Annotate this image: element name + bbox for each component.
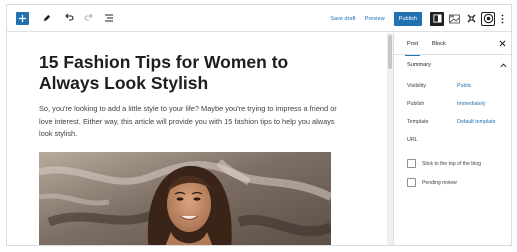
template-value[interactable]: Default template <box>457 119 496 125</box>
more-options-button[interactable] <box>498 12 506 26</box>
list-view-icon <box>105 14 113 22</box>
pencil-icon <box>43 14 50 21</box>
settings-panel-icon <box>432 14 442 23</box>
list-view-button[interactable] <box>101 10 117 26</box>
url-label: URL <box>407 137 418 143</box>
add-block-button[interactable] <box>16 11 29 25</box>
visibility-label: Visibility <box>407 83 427 89</box>
summary-panel-header[interactable]: Summary <box>394 55 511 75</box>
top-toolbar: Save draft Preview Publish <box>7 5 511 32</box>
jetpack-icon <box>467 14 475 23</box>
editor-window: Save draft Preview Publish 15 Fashion Ti… <box>6 4 512 246</box>
tools-button[interactable] <box>38 10 54 26</box>
template-label: Template <box>407 119 429 125</box>
jetpack-button[interactable] <box>464 12 478 26</box>
redo-button[interactable] <box>81 10 97 26</box>
scrollbar-thumb[interactable] <box>388 35 392 69</box>
save-draft-button[interactable]: Save draft <box>330 16 356 22</box>
settings-sidebar: Post Block Summary Visibility Public Pub… <box>393 33 511 245</box>
collapse-summary-button[interactable] <box>497 59 509 71</box>
sticky-post-checkbox[interactable] <box>407 159 416 168</box>
close-sidebar-button[interactable] <box>496 37 509 50</box>
yoast-icon <box>483 13 493 24</box>
yoast-button[interactable] <box>481 11 495 26</box>
publish-button[interactable]: Publish <box>393 11 422 26</box>
sticky-post-label: Stick to the top of the blog <box>422 160 481 167</box>
sticky-post-checkbox-row[interactable]: Stick to the top of the blog <box>407 159 481 168</box>
chevron-up-icon <box>500 63 506 67</box>
pending-review-label: Pending review <box>422 179 457 186</box>
post-title[interactable]: 15 Fashion Tips for Women to Always Look… <box>39 52 339 94</box>
pending-review-checkbox-row[interactable]: Pending review <box>407 178 457 187</box>
undo-icon <box>65 13 74 21</box>
close-icon <box>499 40 506 47</box>
pending-review-checkbox[interactable] <box>407 178 416 187</box>
summary-heading: Summary <box>407 62 431 68</box>
editor-canvas: 15 Fashion Tips for Women to Always Look… <box>7 33 385 245</box>
publish-date-value[interactable]: Immediately <box>457 101 486 107</box>
settings-toggle-button[interactable] <box>430 11 444 26</box>
tab-post[interactable]: Post <box>404 33 421 56</box>
template-button[interactable] <box>447 12 461 26</box>
plus-icon <box>18 14 27 22</box>
post-paragraph[interactable]: So, you're looking to add a little style… <box>39 103 339 141</box>
post-image[interactable] <box>39 152 331 245</box>
preview-button[interactable]: Preview <box>365 16 385 22</box>
template-icon <box>448 14 460 23</box>
more-options-icon <box>501 14 503 23</box>
fashion-portrait-image <box>39 152 331 245</box>
undo-button[interactable] <box>61 10 77 26</box>
tab-block[interactable]: Block <box>432 33 446 55</box>
sidebar-tabs: Post Block <box>394 33 511 56</box>
publish-label: Publish <box>407 101 425 107</box>
redo-icon <box>84 13 93 21</box>
visibility-value[interactable]: Public <box>457 83 471 89</box>
